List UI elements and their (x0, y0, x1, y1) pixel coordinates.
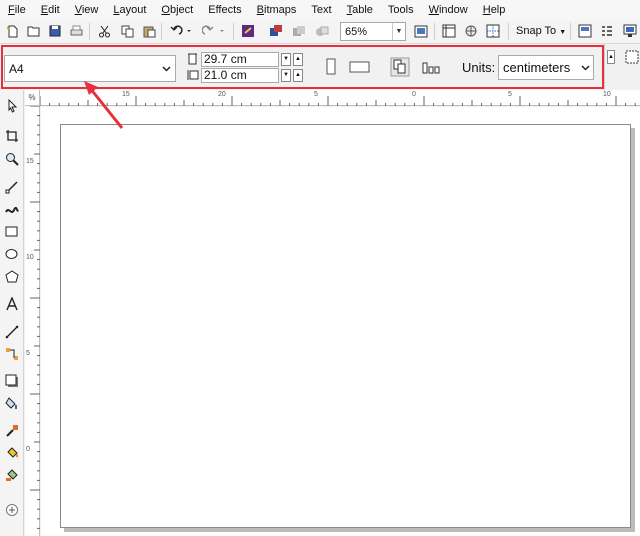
menu-effects[interactable]: Effects (208, 4, 241, 16)
page-width-input[interactable]: 29.7 cm (201, 51, 279, 67)
drop-shadow-tool-icon[interactable] (4, 373, 20, 389)
zoom-level-dropdown[interactable]: 65% ▼ (340, 22, 406, 41)
artistic-media-tool-icon[interactable] (4, 202, 20, 218)
full-screen-preview-icon[interactable] (413, 23, 429, 39)
redo-icon[interactable] (201, 23, 227, 39)
page-size-preset-value: A4 (9, 61, 24, 76)
welcome-screen-icon[interactable] (577, 23, 593, 39)
menu-bar: File Edit View Layout Object Effects Bit… (0, 0, 640, 20)
ruler-label: 20 (218, 91, 226, 98)
menu-bitmaps[interactable]: Bitmaps (257, 4, 297, 16)
object-properties-icon[interactable] (625, 50, 639, 67)
ruler-corner-label: % (28, 93, 36, 102)
menu-view[interactable]: View (75, 4, 99, 16)
show-grid-icon[interactable] (463, 23, 479, 39)
zoom-tool-icon[interactable] (4, 151, 20, 167)
cut-icon[interactable] (96, 23, 112, 39)
ruler-label: 5 (314, 91, 318, 98)
ruler-label: 5 (26, 350, 30, 357)
polygon-tool-icon[interactable] (4, 268, 20, 284)
application-launcher-icon[interactable] (314, 23, 330, 39)
current-page-icon[interactable] (420, 56, 442, 78)
units-value: centimeters (503, 60, 571, 75)
page-height-icon (186, 69, 199, 82)
page-height-input[interactable]: 21.0 cm (201, 67, 279, 83)
crop-tool-icon[interactable] (4, 128, 20, 144)
parallel-dimension-tool-icon[interactable] (4, 324, 20, 340)
document-page[interactable] (60, 124, 631, 528)
ruler-label: 0 (26, 446, 30, 453)
chevron-down-icon (577, 56, 593, 79)
page-width-icon (186, 53, 199, 66)
export-icon[interactable] (268, 23, 284, 39)
height-decrease-icon[interactable]: ▼ (281, 68, 291, 82)
print-icon[interactable] (68, 23, 84, 39)
options-icon[interactable] (599, 23, 615, 39)
smart-fill-tool-icon[interactable] (4, 467, 20, 483)
menu-help[interactable]: Help (483, 4, 506, 16)
snap-to-label: Snap To (516, 25, 557, 37)
ruler-origin[interactable]: % (25, 90, 40, 106)
show-guidelines-icon[interactable] (485, 23, 501, 39)
menu-edit[interactable]: Edit (41, 4, 60, 16)
menu-window[interactable]: Window (429, 4, 468, 16)
save-icon[interactable] (47, 23, 63, 39)
ellipse-tool-icon[interactable] (4, 246, 20, 262)
undo-icon[interactable] (168, 23, 194, 39)
show-rulers-icon[interactable] (441, 23, 457, 39)
ruler-label: 10 (603, 91, 611, 98)
units-label: Units: (462, 60, 496, 75)
chevron-down-icon (157, 56, 175, 81)
portrait-orientation-icon[interactable] (320, 56, 342, 78)
transparency-tool-icon[interactable] (4, 395, 20, 411)
menu-layout[interactable]: Layout (113, 4, 146, 16)
all-pages-icon[interactable] (389, 56, 411, 78)
landscape-orientation-icon[interactable] (349, 56, 371, 78)
new-document-icon[interactable] (4, 23, 20, 39)
pick-tool-icon[interactable] (4, 98, 20, 114)
menu-file[interactable]: File (8, 4, 26, 16)
freehand-tool-icon[interactable] (4, 179, 20, 195)
horizontal-ruler[interactable]: 15 20 5 0 5 10 (40, 90, 640, 106)
ruler-label: 5 (508, 91, 512, 98)
chevron-down-icon: ▼ (392, 23, 405, 40)
text-tool-icon[interactable] (4, 296, 20, 312)
menu-tools[interactable]: Tools (388, 4, 414, 16)
standard-toolbar: 65% ▼ Snap To ▼ (0, 20, 640, 44)
width-decrease-icon[interactable]: ▼ (281, 52, 291, 66)
add-tool-icon[interactable] (4, 502, 20, 518)
ruler-label: 15 (26, 158, 34, 165)
eyedropper-tool-icon[interactable] (4, 423, 20, 439)
connector-tool-icon[interactable] (4, 346, 20, 362)
menu-object[interactable]: Object (161, 4, 193, 16)
paste-icon[interactable] (141, 23, 157, 39)
rectangle-tool-icon[interactable] (4, 224, 20, 240)
menu-table[interactable]: Table (347, 4, 373, 16)
menu-text[interactable]: Text (311, 4, 331, 16)
height-increase-icon[interactable]: ▲ (293, 68, 303, 82)
toolbox (0, 90, 24, 536)
zoom-level-value: 65% (345, 25, 368, 38)
interactive-fill-tool-icon[interactable] (4, 445, 20, 461)
application-monitor-icon[interactable] (622, 23, 638, 39)
snap-to-dropdown[interactable]: Snap To ▼ (516, 25, 566, 37)
ruler-label: 0 (412, 91, 416, 98)
units-dropdown[interactable]: centimeters (498, 55, 594, 80)
chevron-down-icon: ▼ (559, 29, 567, 36)
property-bar-overflow: ▲ (604, 44, 640, 90)
page-width-row: 29.7 cm ▼ ▲ (186, 51, 304, 67)
open-folder-icon[interactable] (26, 23, 42, 39)
vertical-ruler[interactable]: 15 10 5 0 (25, 106, 40, 536)
import-icon[interactable] (240, 23, 256, 39)
page-height-row: 21.0 cm ▼ ▲ (186, 67, 304, 83)
scroll-up-icon[interactable]: ▲ (607, 50, 615, 64)
publish-pdf-icon[interactable] (291, 23, 307, 39)
copy-icon[interactable] (119, 23, 135, 39)
ruler-label: 10 (26, 254, 34, 261)
annotation-arrow (84, 81, 124, 129)
width-increase-icon[interactable]: ▲ (293, 52, 303, 66)
